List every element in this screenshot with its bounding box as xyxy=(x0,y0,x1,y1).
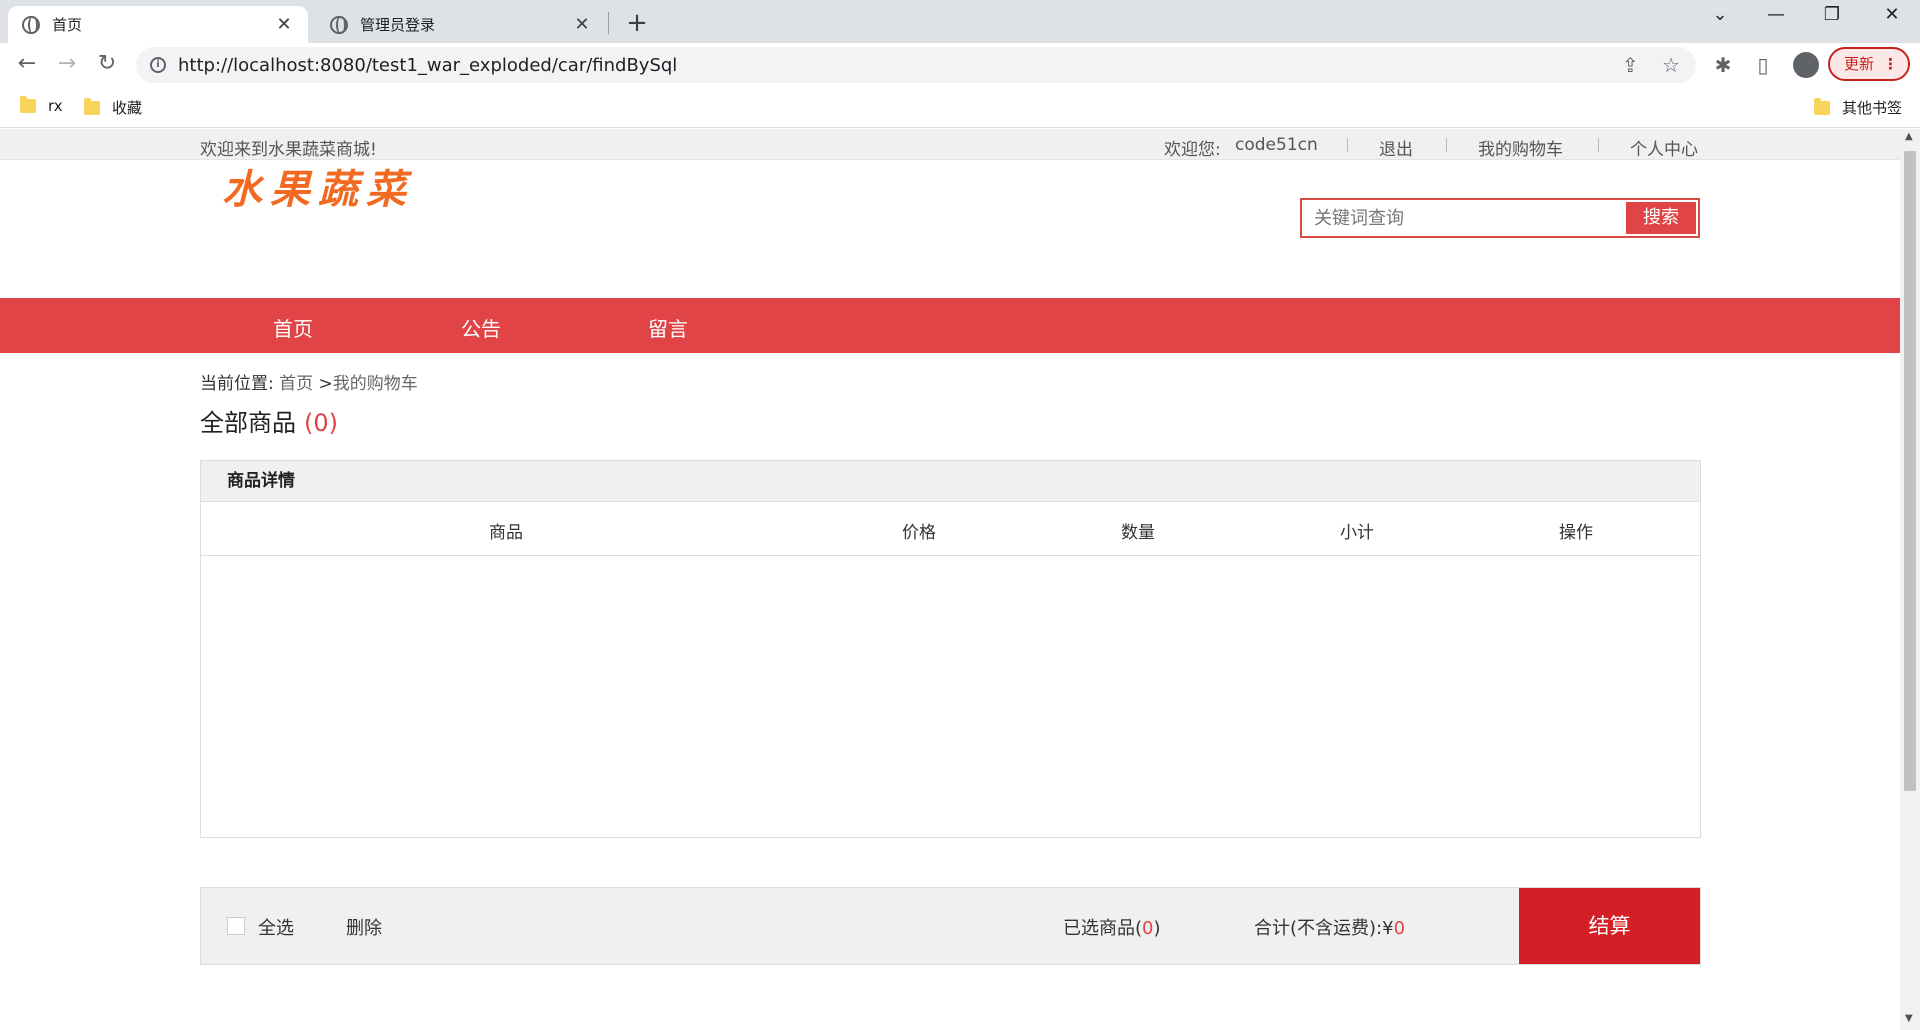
browser-tab-home[interactable]: 首页 ✕ xyxy=(8,6,308,43)
breadcrumb: 当前位置: 首页 >我的购物车 xyxy=(200,369,418,394)
page-title-text: 全部商品 xyxy=(200,409,296,437)
cart-total-label: 合计(不含运费): xyxy=(1254,918,1383,939)
site-top-bar: 欢迎来到水果蔬菜商城! 欢迎您: code51cn 退出 我的购物车 个人中心 xyxy=(0,129,1900,160)
close-icon[interactable]: ✕ xyxy=(572,14,592,35)
forward-arrow-icon[interactable]: → xyxy=(52,51,82,76)
column-header-actions: 操作 xyxy=(1559,523,1593,543)
minimize-icon[interactable]: — xyxy=(1756,4,1796,25)
divider xyxy=(1598,138,1599,152)
search-button[interactable]: 搜索 xyxy=(1626,202,1696,234)
my-cart-link[interactable]: 我的购物车 xyxy=(1478,135,1563,160)
profile-center-link[interactable]: 个人中心 xyxy=(1630,135,1698,160)
profile-avatar-icon[interactable] xyxy=(1793,52,1819,78)
logout-link[interactable]: 退出 xyxy=(1379,135,1413,160)
scrollbar-thumb[interactable] xyxy=(1904,151,1916,791)
cart-section-title: 商品详情 xyxy=(201,461,1700,502)
browser-tab-strip: 首页 ✕ 管理员登录 ✕ + ⌄ — ❐ ✕ xyxy=(0,0,1920,43)
restore-icon[interactable]: ❐ xyxy=(1812,4,1852,25)
site-logo[interactable]: 水果蔬菜 xyxy=(222,157,414,215)
breadcrumb-current: 我的购物车 xyxy=(332,374,418,394)
bookmark-folder-other[interactable]: 其他书签 xyxy=(1814,97,1902,118)
cart-column-headers: 商品 价格 数量 小计 操作 xyxy=(201,502,1700,556)
update-label: 更新 xyxy=(1844,55,1875,73)
globe-icon xyxy=(22,15,40,34)
bookmark-label: 其他书签 xyxy=(1842,99,1903,117)
cart-total-value: 0 xyxy=(1393,918,1406,939)
extensions-puzzle-icon[interactable]: ✱ xyxy=(1710,53,1736,77)
scroll-down-arrow-icon[interactable]: ▼ xyxy=(1905,1013,1913,1024)
nav-item-messages[interactable]: 留言 xyxy=(648,313,688,342)
breadcrumb-home-link[interactable]: 首页 xyxy=(279,374,313,394)
column-header-subtotal: 小计 xyxy=(1340,523,1374,543)
share-icon[interactable]: ⇪ xyxy=(1622,53,1639,77)
select-all-label[interactable]: 全选 xyxy=(258,914,294,940)
bookmark-label: rx xyxy=(48,97,63,115)
selected-items: 已选商品(0) xyxy=(1063,914,1161,940)
browser-toolbar: ← → ↻ i http://localhost:8080/test1_war_… xyxy=(0,43,1920,88)
reload-icon[interactable]: ↻ xyxy=(92,51,122,76)
cart-summary-bar: 全选 删除 已选商品(0) 合计(不含运费):¥0 结算 xyxy=(200,887,1701,965)
username: code51cn xyxy=(1235,135,1318,155)
new-tab-icon[interactable]: + xyxy=(622,8,652,38)
selected-items-count: 0 xyxy=(1142,918,1154,939)
folder-icon xyxy=(1814,97,1830,115)
bookmark-folder-rx[interactable]: rx xyxy=(20,96,63,115)
browser-tab-admin-login[interactable]: 管理员登录 ✕ xyxy=(316,6,606,43)
search-input[interactable] xyxy=(1302,200,1624,236)
side-panel-icon[interactable]: ▯ xyxy=(1750,53,1776,77)
nav-item-announcements[interactable]: 公告 xyxy=(461,313,501,342)
search-box: 搜索 xyxy=(1300,198,1700,238)
currency-symbol: ¥ xyxy=(1382,918,1394,939)
selected-items-close: ) xyxy=(1153,918,1161,939)
tab-title: 管理员登录 xyxy=(360,16,436,34)
nav-item-home[interactable]: 首页 xyxy=(273,313,313,342)
cart-item-count: (0) xyxy=(304,409,338,437)
checkout-button[interactable]: 结算 xyxy=(1519,888,1700,964)
globe-icon xyxy=(330,15,348,34)
page-title: 全部商品 (0) xyxy=(200,403,338,438)
site-info-icon[interactable]: i xyxy=(150,57,166,73)
cart-table: 商品详情 商品 价格 数量 小计 操作 xyxy=(200,460,1701,838)
page-viewport: 欢迎来到水果蔬菜商城! 欢迎您: code51cn 退出 我的购物车 个人中心 … xyxy=(0,129,1900,1030)
bookmark-star-icon[interactable]: ☆ xyxy=(1662,53,1680,77)
bookmarks-bar: rx 收藏 其他书签 xyxy=(0,88,1920,128)
user-greeting: 欢迎您: xyxy=(1164,140,1221,160)
main-nav-bar: 首页 公告 留言 xyxy=(0,298,1900,353)
breadcrumb-label: 当前位置: xyxy=(200,374,274,394)
divider xyxy=(1446,138,1447,152)
column-header-price: 价格 xyxy=(902,523,936,543)
tab-search-chevron-icon[interactable]: ⌄ xyxy=(1700,4,1740,25)
tab-title: 首页 xyxy=(52,16,83,34)
address-url[interactable]: http://localhost:8080/test1_war_exploded… xyxy=(178,55,677,76)
folder-icon xyxy=(20,96,36,113)
page-scrollbar[interactable]: ▲ ▼ xyxy=(1900,129,1920,1030)
delete-button[interactable]: 删除 xyxy=(346,914,382,940)
column-header-quantity: 数量 xyxy=(1121,523,1155,543)
breadcrumb-separator: > xyxy=(313,374,333,394)
bookmark-label: 收藏 xyxy=(112,99,143,117)
bookmark-folder-favorites[interactable]: 收藏 xyxy=(84,97,142,118)
close-icon[interactable]: ✕ xyxy=(274,14,294,35)
selected-items-label: 已选商品( xyxy=(1063,918,1143,939)
update-button[interactable]: 更新 ⋮ xyxy=(1828,47,1910,81)
more-menu-icon: ⋮ xyxy=(1883,55,1898,73)
window-close-icon[interactable]: ✕ xyxy=(1872,4,1912,25)
select-all-checkbox[interactable] xyxy=(227,917,245,935)
back-arrow-icon[interactable]: ← xyxy=(12,51,42,76)
column-header-product: 商品 xyxy=(489,523,523,543)
cart-total: 合计(不含运费):¥0 xyxy=(1254,914,1405,940)
scroll-up-arrow-icon[interactable]: ▲ xyxy=(1905,131,1913,142)
tab-divider xyxy=(608,12,609,34)
folder-icon xyxy=(84,97,100,115)
divider xyxy=(1347,138,1348,152)
address-bar[interactable]: i http://localhost:8080/test1_war_explod… xyxy=(136,47,1696,83)
